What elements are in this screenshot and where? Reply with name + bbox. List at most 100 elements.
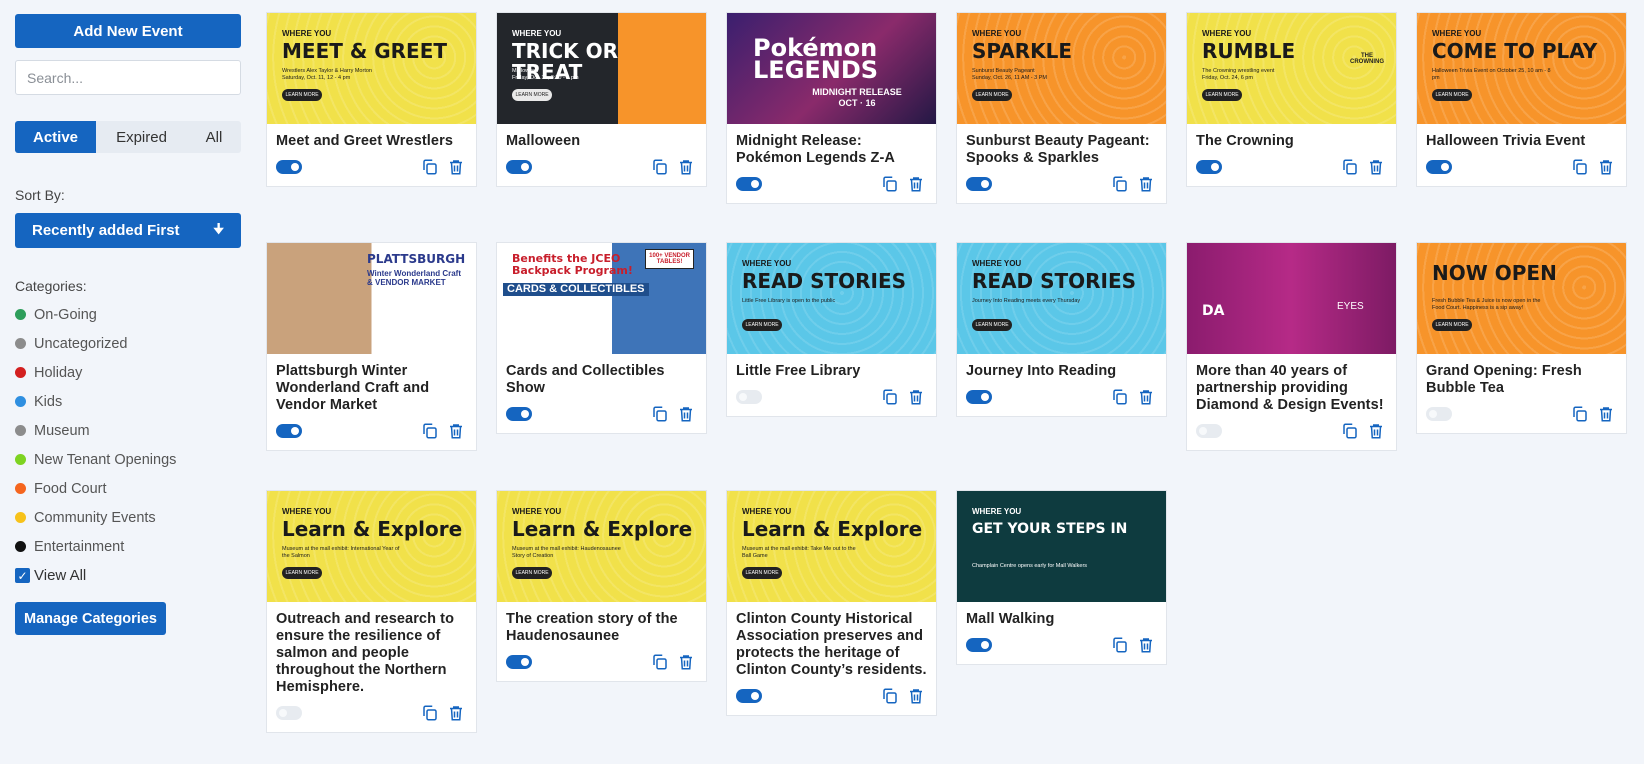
trash-icon[interactable] xyxy=(907,687,925,705)
duplicate-icon[interactable] xyxy=(881,175,899,193)
trash-icon[interactable] xyxy=(447,704,465,722)
event-banner-image[interactable]: Pokémon LEGENDS MIDNIGHT RELEASE OCT · 16 xyxy=(727,13,936,124)
banner-headline: MEET & GREET xyxy=(282,39,448,63)
trash-icon[interactable] xyxy=(1137,636,1155,654)
banner-subtext: CARDS & COLLECTIBLES xyxy=(503,283,649,296)
category-item[interactable]: Kids xyxy=(15,387,241,416)
event-title: Grand Opening: Fresh Bubble Tea xyxy=(1426,363,1582,396)
category-item[interactable]: Uncategorized xyxy=(15,329,241,358)
event-banner-image[interactable]: WHERE YOU Learn & Explore Museum at the ma… xyxy=(497,491,706,602)
banner-learn-more: LEARN MORE xyxy=(1432,319,1472,331)
category-item[interactable]: Holiday xyxy=(15,358,241,387)
active-toggle[interactable] xyxy=(1426,407,1452,421)
event-banner-image[interactable]: NOW OPEN Fresh Bubble Tea & Juice is now … xyxy=(1417,243,1626,354)
category-item[interactable]: On-Going xyxy=(15,300,241,329)
duplicate-icon[interactable] xyxy=(881,687,899,705)
active-toggle[interactable] xyxy=(1426,160,1452,174)
active-toggle[interactable] xyxy=(966,390,992,404)
duplicate-icon[interactable] xyxy=(1341,158,1359,176)
add-new-event-button[interactable]: Add New Event xyxy=(15,14,241,48)
duplicate-icon[interactable] xyxy=(1571,405,1589,423)
trash-icon[interactable] xyxy=(907,175,925,193)
duplicate-icon[interactable] xyxy=(651,653,669,671)
banner-badge: THE CROWNING xyxy=(1350,53,1384,65)
trash-icon[interactable] xyxy=(447,422,465,440)
event-banner-image[interactable]: WHERE YOU COME TO PLAY Halloween Trivia Ev… xyxy=(1417,13,1626,124)
view-all-checkbox[interactable]: ✓ View All xyxy=(15,561,241,590)
event-banner-image[interactable]: DA EYES xyxy=(1187,243,1396,354)
duplicate-icon[interactable] xyxy=(421,422,439,440)
tab-active[interactable]: Active xyxy=(15,121,96,153)
active-toggle[interactable] xyxy=(1196,160,1222,174)
category-item[interactable]: New Tenant Openings xyxy=(15,445,241,474)
duplicate-icon[interactable] xyxy=(421,158,439,176)
active-toggle[interactable] xyxy=(736,177,762,191)
trash-icon[interactable] xyxy=(677,405,695,423)
event-banner-image[interactable]: Benefits the JCEO Backpack Program! CARDS… xyxy=(497,243,706,354)
active-toggle[interactable] xyxy=(506,655,532,669)
duplicate-icon[interactable] xyxy=(421,704,439,722)
banner-art: WHERE YOU READ STORIES Journey Into Readin… xyxy=(957,243,1166,354)
event-card: WHERE YOU READ STORIES Little Free Library… xyxy=(726,242,937,417)
banner-headline: NOW OPEN xyxy=(1432,261,1557,285)
event-banner-image[interactable]: WHERE YOU READ STORIES Journey Into Readin… xyxy=(957,243,1166,354)
event-banner-image[interactable]: WHERE YOU MEET & GREET Wrestlers Alex Tayl… xyxy=(267,13,476,124)
event-banner-image[interactable]: WHERE YOU TRICK OR TREAT Malloween Friday,… xyxy=(497,13,706,124)
trash-icon[interactable] xyxy=(677,653,695,671)
active-toggle[interactable] xyxy=(276,424,302,438)
trash-icon[interactable] xyxy=(677,158,695,176)
trash-icon[interactable] xyxy=(1597,158,1615,176)
categories-label: Categories: xyxy=(15,278,87,294)
category-item[interactable]: Entertainment xyxy=(15,532,241,561)
active-toggle[interactable] xyxy=(506,407,532,421)
duplicate-icon[interactable] xyxy=(1111,175,1129,193)
duplicate-icon[interactable] xyxy=(1111,636,1129,654)
search-input[interactable] xyxy=(15,60,241,95)
trash-icon[interactable] xyxy=(1137,175,1155,193)
event-banner-image[interactable]: WHERE YOU Learn & Explore Museum at the ma… xyxy=(267,491,476,602)
category-item[interactable]: Museum xyxy=(15,416,241,445)
tab-all[interactable]: All xyxy=(187,121,241,153)
category-item[interactable]: Food Court xyxy=(15,474,241,503)
active-toggle[interactable] xyxy=(276,160,302,174)
event-actions xyxy=(421,158,465,176)
trash-icon[interactable] xyxy=(1137,388,1155,406)
event-actions xyxy=(1341,422,1385,440)
event-banner-image[interactable]: WHERE YOU SPARKLE Sunburst Beauty Pageant … xyxy=(957,13,1166,124)
active-toggle[interactable] xyxy=(1196,424,1222,438)
trash-icon[interactable] xyxy=(907,388,925,406)
active-toggle[interactable] xyxy=(736,689,762,703)
event-banner-image[interactable]: WHERE YOU RUMBLE The Crowning wrestling ev… xyxy=(1187,13,1396,124)
trash-icon[interactable] xyxy=(1597,405,1615,423)
trash-icon[interactable] xyxy=(447,158,465,176)
trash-icon[interactable] xyxy=(1367,422,1385,440)
duplicate-icon[interactable] xyxy=(651,158,669,176)
event-banner-image[interactable]: WHERE YOU Learn & Explore Museum at the ma… xyxy=(727,491,936,602)
event-card: WHERE YOU MEET & GREET Wrestlers Alex Tayl… xyxy=(266,12,477,187)
category-label: Museum xyxy=(34,422,90,439)
active-toggle[interactable] xyxy=(966,638,992,652)
sort-dropdown-button[interactable]: Recently added First 🠋 xyxy=(15,213,241,248)
duplicate-icon[interactable] xyxy=(1111,388,1129,406)
duplicate-icon[interactable] xyxy=(651,405,669,423)
event-banner-image[interactable]: PLATTSBURGH Winter Wonderland Craft & VEN… xyxy=(267,243,476,354)
category-label: Kids xyxy=(34,393,63,410)
banner-headline: READ STORIES xyxy=(742,269,907,293)
category-color-dot xyxy=(15,425,26,436)
duplicate-icon[interactable] xyxy=(1341,422,1359,440)
banner-learn-more: LEARN MORE xyxy=(742,319,782,331)
banner-headline: GET YOUR STEPS IN xyxy=(972,521,1128,537)
active-toggle[interactable] xyxy=(276,706,302,720)
active-toggle[interactable] xyxy=(966,177,992,191)
category-item[interactable]: Community Events xyxy=(15,503,241,532)
manage-categories-button[interactable]: Manage Categories xyxy=(15,602,166,635)
trash-icon[interactable] xyxy=(1367,158,1385,176)
duplicate-icon[interactable] xyxy=(1571,158,1589,176)
event-banner-image[interactable]: WHERE YOU GET YOUR STEPS IN Champlain Cent… xyxy=(957,491,1166,602)
banner-subtext: Halloween Trivia Event on October 25, 10… xyxy=(1432,68,1551,81)
active-toggle[interactable] xyxy=(506,160,532,174)
event-banner-image[interactable]: WHERE YOU READ STORIES Little Free Library… xyxy=(727,243,936,354)
active-toggle[interactable] xyxy=(736,390,762,404)
tab-expired[interactable]: Expired xyxy=(96,121,187,153)
duplicate-icon[interactable] xyxy=(881,388,899,406)
